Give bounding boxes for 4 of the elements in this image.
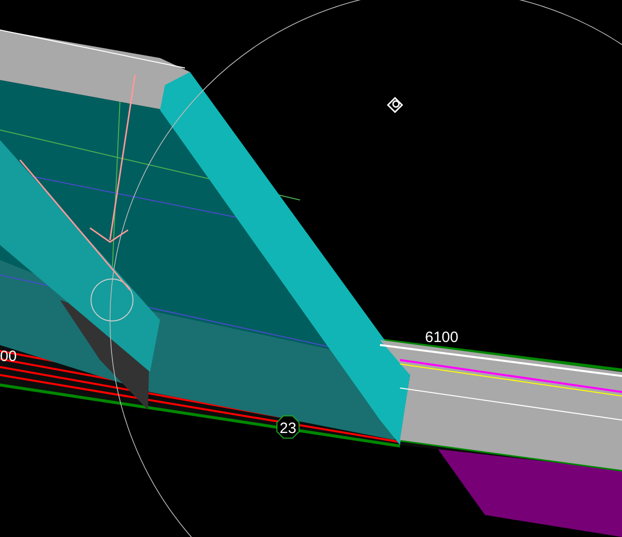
dimension-label: 6100 — [425, 329, 458, 346]
snap-circle — [90, 278, 134, 322]
crosshair-icon — [386, 96, 404, 114]
grid-bubble: 23 — [276, 415, 300, 439]
